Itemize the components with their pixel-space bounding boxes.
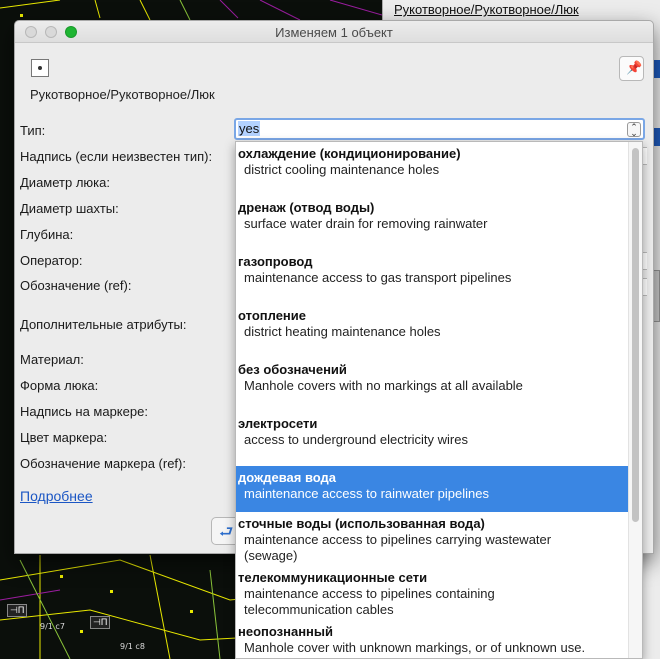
pin-icon: 📌: [626, 60, 643, 75]
label-marker-color: Цвет маркера:: [20, 430, 108, 445]
dropdown-option[interactable]: сточные воды (использованная вода) maint…: [236, 512, 628, 564]
dropdown-option[interactable]: дренаж (отвод воды) surface water drain …: [236, 196, 628, 232]
option-description: maintenance access to gas transport pipe…: [244, 270, 512, 285]
option-description: access to underground electricity wires: [244, 432, 468, 447]
label-inscription: Надпись (если неизвестен тип):: [20, 149, 213, 164]
option-title: отопление: [238, 308, 306, 323]
label-additional-attributes: Дополнительные атрибуты:: [20, 317, 187, 332]
option-description: maintenance access to pipelines containi…: [244, 586, 495, 601]
option-description: Manhole covers with no markings at all a…: [244, 378, 523, 393]
back-arrow-icon: ⮐: [219, 524, 234, 541]
label-type: Тип:: [20, 123, 46, 138]
dropdown-option[interactable]: телекоммуникационные сети maintenance ac…: [236, 566, 628, 618]
option-title: телекоммуникационные сети: [238, 570, 428, 585]
option-description: (sewage): [244, 548, 298, 563]
option-description: Manhole cover with unknown markings, or …: [244, 640, 586, 655]
map-label: 9/1 с8: [120, 642, 145, 651]
label-ref: Обозначение (ref):: [20, 278, 132, 293]
scrollbar-thumb[interactable]: [632, 148, 639, 522]
label-operator: Оператор:: [20, 253, 83, 268]
label-material: Материал:: [20, 352, 84, 367]
preset-manhole-icon: [31, 59, 49, 77]
combo-arrows-icon[interactable]: ⌃ ⌄: [627, 122, 641, 138]
dropdown-option[interactable]: неопознанный Manhole cover with unknown …: [236, 620, 628, 656]
label-depth: Глубина:: [20, 227, 74, 242]
option-description: district heating maintenance holes: [244, 324, 441, 339]
type-combobox[interactable]: yes ⌃ ⌄: [234, 118, 645, 140]
option-description: district cooling maintenance holes: [244, 162, 440, 177]
dropdown-option[interactable]: без обозначений Manhole covers with no m…: [236, 358, 628, 394]
type-dropdown-list[interactable]: охлаждение (кондиционирование) district …: [235, 141, 643, 659]
dropdown-option[interactable]: охлаждение (кондиционирование) district …: [236, 142, 628, 178]
option-title: дождевая вода: [238, 470, 337, 485]
background-panel-title[interactable]: Рукотворное/Рукотворное/Люк: [394, 2, 579, 17]
preset-path: Рукотворное/Рукотворное/Люк: [30, 87, 215, 102]
dropdown-scrollbar[interactable]: [628, 142, 642, 658]
option-description: maintenance access to pipelines carrying…: [244, 532, 552, 547]
dropdown-option[interactable]: электросети access to underground electr…: [236, 412, 628, 448]
option-title: охлаждение (кондиционирование): [238, 146, 461, 161]
type-value[interactable]: yes: [238, 121, 261, 136]
pin-preset-button[interactable]: 📌: [619, 56, 644, 81]
option-description: telecommunication cables: [244, 602, 394, 617]
label-shaft-diameter: Диаметр шахты:: [20, 201, 119, 216]
label-marker-inscription: Надпись на маркере:: [20, 404, 148, 419]
window-title: Изменяем 1 объект: [275, 25, 393, 40]
label-manhole-diameter: Диаметр люка:: [20, 175, 110, 190]
dropdown-option-selected[interactable]: дождевая вода maintenance access to rain…: [236, 466, 628, 512]
dropdown-option[interactable]: отопление district heating maintenance h…: [236, 304, 628, 340]
option-description: surface water drain for removing rainwat…: [244, 216, 488, 231]
map-label: 9/1 с7: [40, 622, 65, 631]
title-bar[interactable]: Изменяем 1 объект: [15, 21, 653, 43]
option-description: maintenance access to rainwater pipeline…: [244, 486, 489, 501]
option-title: сточные воды (использованная вода): [238, 516, 485, 531]
option-title: электросети: [238, 416, 318, 431]
more-details-link[interactable]: Подробнее: [20, 488, 93, 504]
label-manhole-shape: Форма люка:: [20, 378, 99, 393]
option-title: без обозначений: [238, 362, 347, 377]
map-node-tag: ⊣П: [90, 616, 111, 629]
map-node-tag: ⊣П: [7, 604, 28, 617]
option-title: неопознанный: [238, 624, 333, 639]
label-marker-ref: Обозначение маркера (ref):: [20, 456, 186, 471]
option-title: газопровод: [238, 254, 313, 269]
option-title: дренаж (отвод воды): [238, 200, 375, 215]
dropdown-option[interactable]: газопровод maintenance access to gas tra…: [236, 250, 628, 286]
